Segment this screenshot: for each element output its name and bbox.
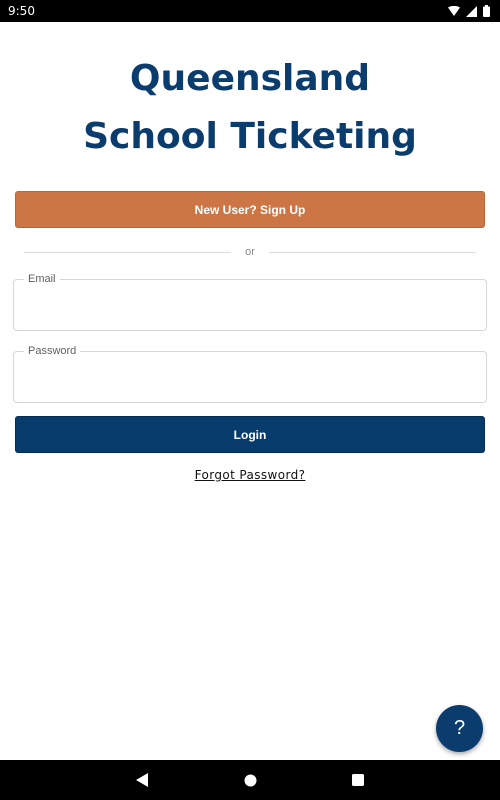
home-icon[interactable] (240, 770, 260, 790)
or-divider: or (24, 244, 476, 260)
password-label: Password (24, 345, 81, 358)
signup-button[interactable]: New User? Sign Up (15, 191, 485, 228)
navigation-bar (0, 760, 500, 800)
password-field[interactable]: Password (13, 345, 487, 403)
app-title-line1: Queensland (129, 58, 371, 99)
divider-line-right (268, 251, 476, 253)
help-icon: ? (453, 717, 466, 739)
status-icons (448, 5, 490, 17)
status-bar: 9:50 (0, 0, 500, 22)
signal-icon (466, 5, 477, 17)
email-label: Email (24, 273, 60, 286)
recents-icon[interactable] (348, 770, 368, 790)
app-title-line2: School Ticketing (83, 116, 417, 157)
back-icon[interactable] (132, 770, 152, 790)
password-input[interactable] (28, 370, 474, 394)
status-time: 9:50 (8, 4, 35, 18)
login-button[interactable]: Login (15, 416, 485, 453)
help-button[interactable]: ? (436, 705, 483, 752)
battery-icon (483, 5, 490, 17)
divider-or-label: or (245, 246, 255, 258)
forgot-password-container: Forgot Password? (0, 466, 500, 484)
wifi-icon (448, 6, 460, 16)
email-field[interactable]: Email (13, 273, 487, 331)
email-input[interactable] (28, 298, 474, 322)
app-title: Queensland School Ticketing (0, 50, 500, 166)
forgot-password-link[interactable]: Forgot Password? (195, 468, 306, 482)
divider-line-left (24, 251, 232, 253)
